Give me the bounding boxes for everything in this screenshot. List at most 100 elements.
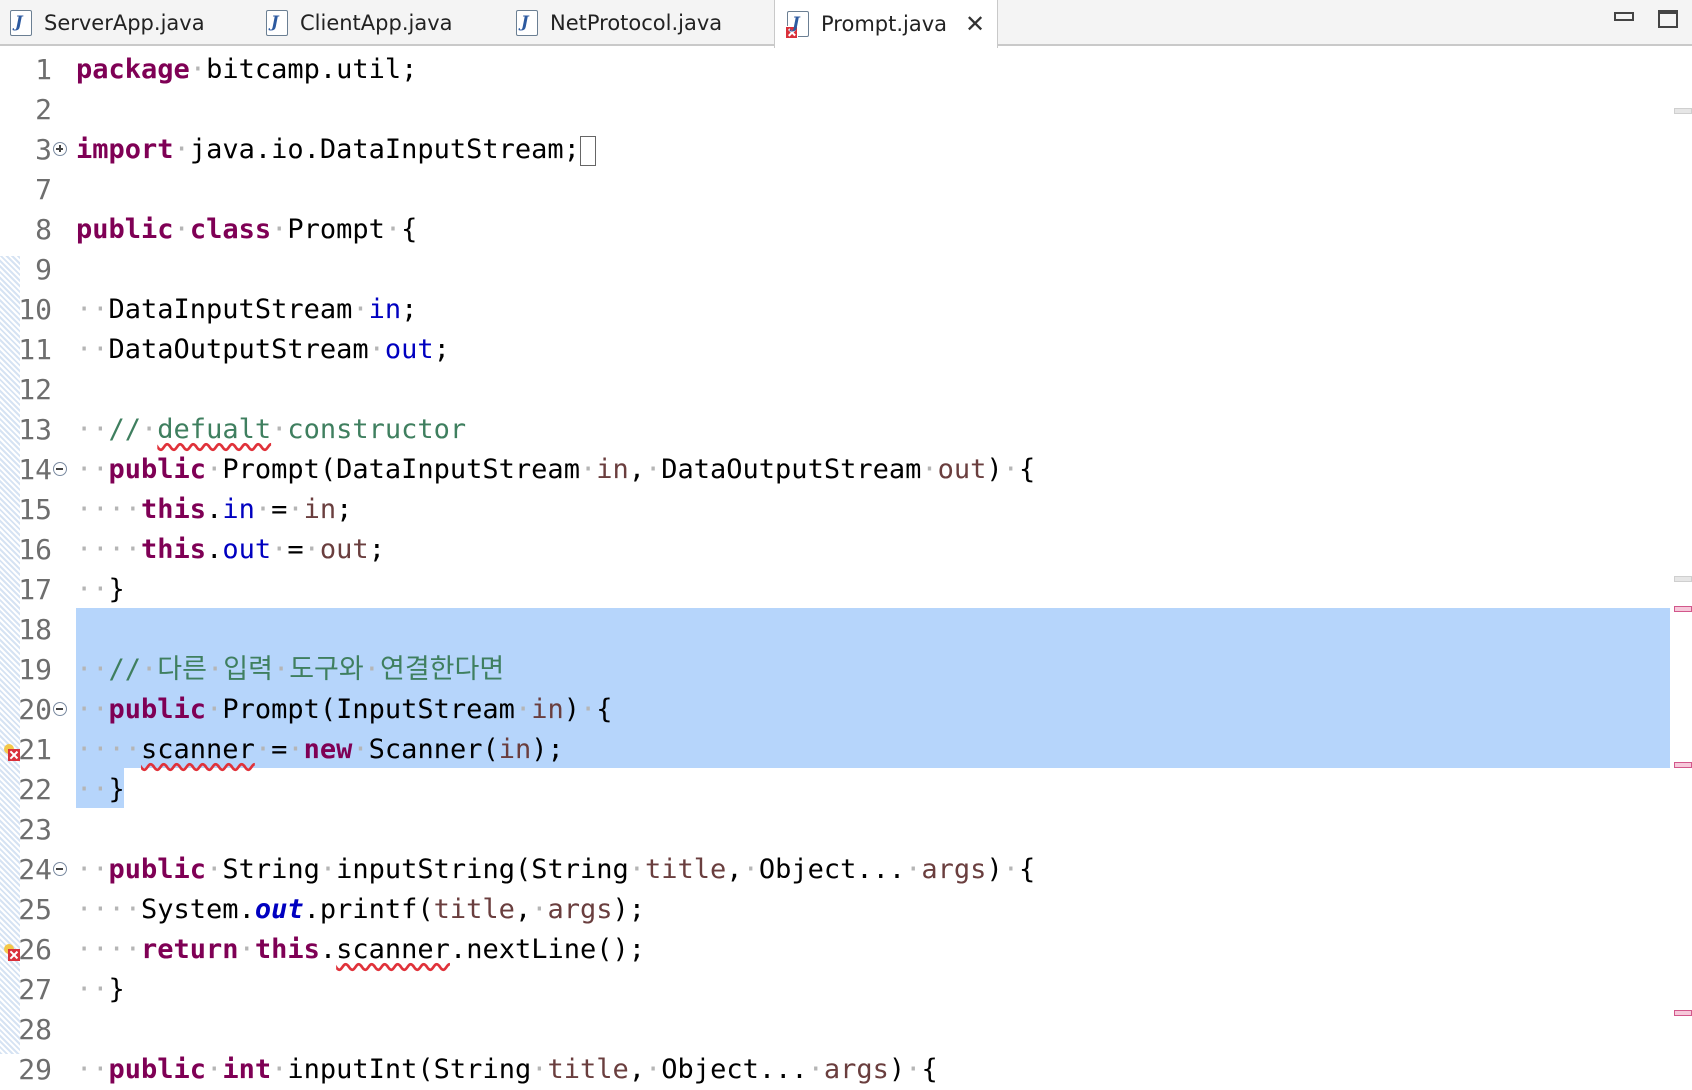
tab-prompt[interactable]: Prompt.java ✕	[774, 0, 998, 48]
code-token: args	[823, 1054, 889, 1085]
code-token: Prompt(DataInputStream	[222, 454, 580, 485]
code-line[interactable]: 22 ··}	[0, 770, 1670, 810]
line-number: 29	[18, 1053, 52, 1086]
overview-error-marker[interactable]	[1674, 762, 1692, 768]
code-token: import	[76, 134, 174, 165]
code-token: in	[222, 494, 255, 525]
line-number: 17	[18, 573, 52, 606]
overview-error-marker[interactable]	[1674, 606, 1692, 612]
fold-collapse-icon[interactable]	[53, 862, 67, 876]
code-line[interactable]: 14 ··public·Prompt(DataInputStream·in,·Da…	[0, 450, 1670, 490]
code-text: package·bitcamp.util;	[76, 50, 417, 90]
code-line[interactable]: 11 ··DataOutputStream·out;	[0, 330, 1670, 370]
code-line[interactable]: 15 ····this.in·=·in;	[0, 490, 1670, 530]
code-line[interactable]: 9	[0, 250, 1670, 290]
whitespace-marker: ·	[368, 334, 385, 365]
code-line[interactable]: 18	[0, 610, 1670, 650]
code-line[interactable]: 2	[0, 90, 1670, 130]
code-text: ··}	[76, 770, 125, 810]
code-line[interactable]: 13 ··//·defualt·constructor	[0, 410, 1670, 450]
code-line[interactable]: 12	[0, 370, 1670, 410]
whitespace-marker: ·	[579, 454, 597, 485]
tab-clientapp[interactable]: ClientApp.java	[266, 0, 453, 46]
code-token: ;	[336, 494, 353, 525]
code-line[interactable]: 28	[0, 1010, 1670, 1050]
quick-fix-error-icon[interactable]	[4, 944, 20, 962]
tab-netprotocol[interactable]: NetProtocol.java	[516, 0, 722, 46]
code-token: Prompt(InputStream	[222, 694, 515, 725]
line-number: 27	[18, 973, 52, 1006]
code-token: this	[254, 934, 320, 965]
line-number: 16	[18, 533, 52, 566]
code-token: String	[222, 854, 320, 885]
code-line[interactable]: 24 ··public·String·inputString(String·tit…	[0, 850, 1670, 890]
close-icon[interactable]: ✕	[965, 12, 985, 36]
code-line[interactable]: 8 public·class·Prompt·{	[0, 210, 1670, 250]
code-line[interactable]: 17 ··}	[0, 570, 1670, 610]
code-line[interactable]: 23	[0, 810, 1670, 850]
fold-expand-icon[interactable]	[53, 142, 67, 156]
whitespace-marker: ·	[272, 654, 290, 685]
whitespace-marker: ·	[579, 694, 597, 725]
code-line[interactable]: 3 import·java.io.DataInputStream;	[0, 130, 1670, 170]
code-text: import·java.io.DataInputStream;	[76, 130, 596, 170]
code-token: int	[222, 1054, 272, 1085]
code-token: .	[206, 534, 223, 565]
code-line[interactable]: 20 ··public·Prompt(InputStream·in)·{	[0, 690, 1670, 730]
overview-error-marker[interactable]	[1674, 1010, 1692, 1016]
code-line[interactable]: 16 ····this.out·=·out;	[0, 530, 1670, 570]
code-line[interactable]: 29 ··public·int·inputInt(String·title,·Ob…	[0, 1050, 1670, 1090]
whitespace-marker: ·	[352, 734, 369, 765]
code-token: out	[937, 454, 987, 485]
line-number: 28	[18, 1013, 52, 1046]
whitespace-marker: ·	[238, 934, 255, 965]
whitespace-marker: ··	[76, 1054, 109, 1085]
code-token: ,	[628, 454, 645, 485]
code-token: {	[401, 214, 418, 245]
overview-marker[interactable]	[1674, 576, 1692, 582]
whitespace-marker: ··	[76, 974, 109, 1005]
line-number: 9	[35, 253, 52, 286]
line-number: 23	[18, 813, 52, 846]
code-line[interactable]: 27 ··}	[0, 970, 1670, 1010]
code-line[interactable]: 26 ····return·this.scanner.nextLine();	[0, 930, 1670, 970]
quick-fix-error-icon[interactable]	[4, 744, 20, 762]
code-line[interactable]: 25 ····System.out.printf(title,·args);	[0, 890, 1670, 930]
code-token: =	[271, 494, 288, 525]
code-line[interactable]: 7	[0, 170, 1670, 210]
folded-imports-marker[interactable]	[579, 135, 596, 166]
code-token: public	[76, 214, 174, 245]
code-token: DataInputStream	[108, 294, 353, 325]
code-token: DataOutputStream	[108, 334, 369, 365]
whitespace-marker: ··	[76, 454, 109, 485]
code-line[interactable]: 19 ··//·다른·입력·도구와·연결한다면	[0, 650, 1670, 690]
tab-serverapp[interactable]: ServerApp.java	[10, 0, 205, 46]
code-token: this	[141, 534, 207, 565]
code-token: Prompt	[287, 214, 385, 245]
code-token: public	[108, 1054, 207, 1085]
whitespace-marker: ·	[173, 214, 190, 245]
whitespace-marker: ··	[76, 334, 109, 365]
whitespace-marker: ·	[206, 654, 224, 685]
code-token: title	[433, 894, 515, 925]
code-line[interactable]: 21 ····scanner·=·new·Scanner(in);	[0, 730, 1670, 770]
code-token: Object...	[758, 854, 906, 885]
code-token: {	[596, 694, 613, 725]
code-line[interactable]: 1 package·bitcamp.util;	[0, 50, 1670, 90]
code-text: ··}	[76, 970, 125, 1010]
maximize-icon[interactable]	[1658, 10, 1678, 28]
fold-collapse-icon[interactable]	[53, 702, 67, 716]
code-editor[interactable]: 1 package·bitcamp.util; 2 3 import·java.io.D…	[0, 46, 1692, 1086]
whitespace-marker: ·	[287, 494, 304, 525]
overview-marker[interactable]	[1674, 108, 1692, 114]
whitespace-marker: ·	[531, 1054, 548, 1085]
minimize-icon[interactable]	[1614, 12, 1634, 21]
code-line[interactable]: 10 ··DataInputStream·in;	[0, 290, 1670, 330]
code-token: )	[888, 1054, 906, 1085]
whitespace-marker: ·	[206, 854, 223, 885]
line-number: 14	[18, 453, 52, 486]
whitespace-marker: ··	[76, 294, 109, 325]
code-text: ··public·int·inputInt(String·title,·Obje…	[76, 1050, 938, 1090]
fold-collapse-icon[interactable]	[53, 462, 67, 476]
code-text: ····return·this.scanner.nextLine();	[76, 930, 645, 970]
